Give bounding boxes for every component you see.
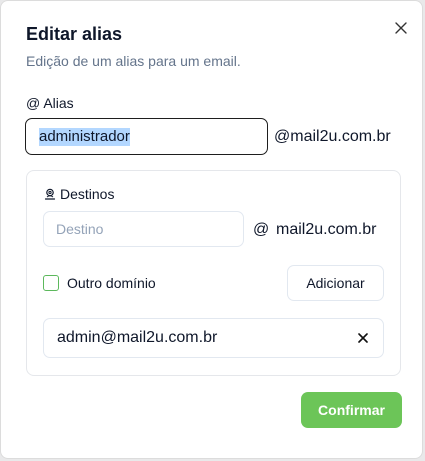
alias-input-value: administrador bbox=[39, 127, 130, 146]
dialog-subtitle: Edição de um alias para um email. bbox=[26, 53, 241, 69]
destino-list-item: admin@mail2u.com.br bbox=[43, 318, 384, 358]
alias-domain: @mail2u.com.br bbox=[274, 128, 391, 145]
dialog-title: Editar alias bbox=[26, 24, 123, 44]
remove-destino-button[interactable] bbox=[356, 331, 370, 345]
close-icon bbox=[395, 22, 407, 34]
destino-email: admin@mail2u.com.br bbox=[57, 329, 218, 346]
add-button[interactable]: Adicionar bbox=[287, 265, 384, 301]
destinos-label-text: Destinos bbox=[60, 186, 115, 202]
destino-input[interactable]: Destino bbox=[43, 211, 244, 247]
alias-label: @ Alias bbox=[26, 95, 74, 111]
destino-domain: mail2u.com.br bbox=[276, 221, 377, 238]
outro-dominio-label: Outro domínio bbox=[67, 275, 156, 291]
outro-dominio-checkbox[interactable] bbox=[43, 275, 59, 291]
user-pin-icon bbox=[44, 188, 56, 200]
destino-input-placeholder: Destino bbox=[56, 221, 104, 237]
confirm-button[interactable]: Confirmar bbox=[301, 392, 402, 428]
alias-input[interactable]: administrador bbox=[25, 118, 268, 155]
edit-alias-dialog: Editar alias Edição de um alias para um … bbox=[0, 0, 423, 459]
destino-at-symbol: @ bbox=[253, 221, 270, 238]
destinos-label: Destinos bbox=[44, 186, 114, 202]
close-button[interactable] bbox=[391, 18, 411, 38]
close-icon bbox=[358, 333, 368, 343]
